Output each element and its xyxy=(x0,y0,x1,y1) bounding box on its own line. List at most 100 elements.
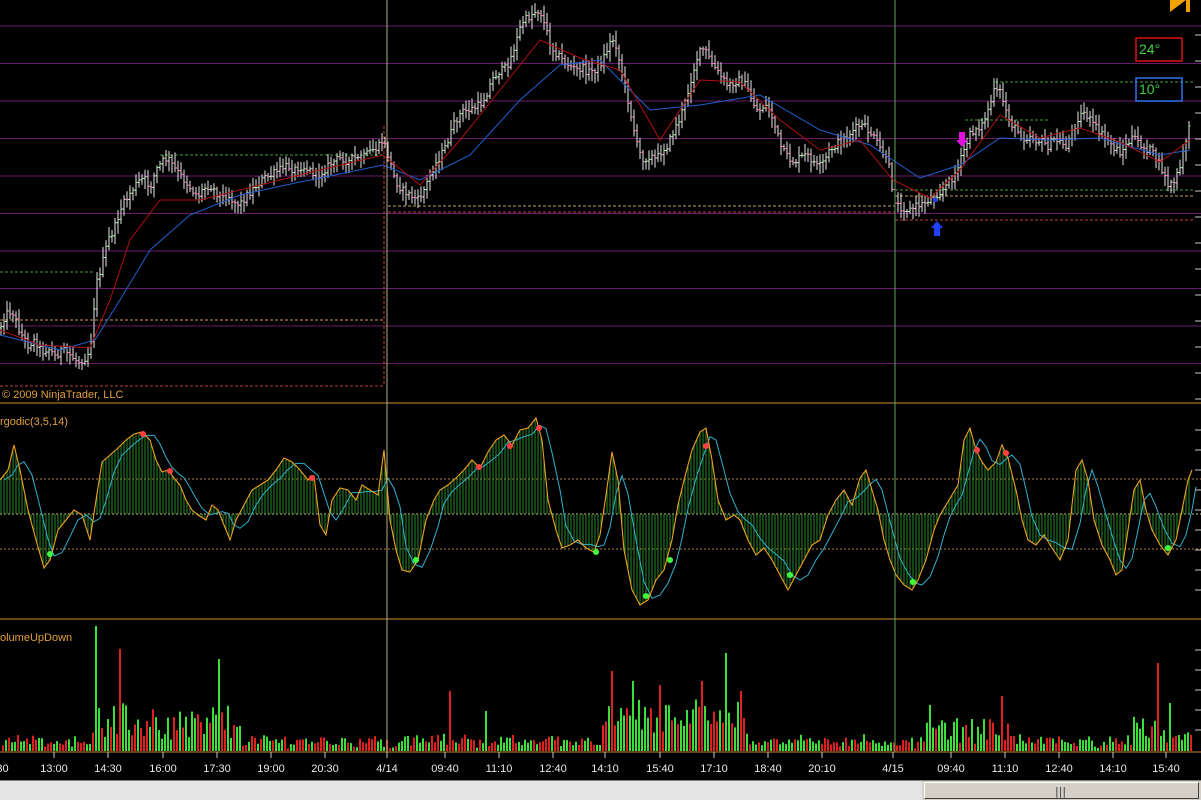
volume-bar xyxy=(233,725,235,751)
volume-bar xyxy=(329,743,331,751)
volume-bar xyxy=(878,742,880,751)
x-tick-label: 4/15 xyxy=(882,763,903,775)
volume-bar xyxy=(752,741,754,751)
x-tick-label: 15:40 xyxy=(646,763,674,775)
x-tick-label: 14:10 xyxy=(1099,763,1127,775)
volume-bar xyxy=(1127,735,1129,751)
volume-bar xyxy=(404,736,406,751)
volume-bar xyxy=(623,715,625,751)
volume-bar xyxy=(506,737,508,751)
volume-bar xyxy=(926,722,928,751)
volume-bar xyxy=(518,741,520,751)
volume-bar xyxy=(731,723,733,751)
volume-bar xyxy=(551,735,553,751)
volume-bar xyxy=(821,743,823,751)
volume-bar xyxy=(2,745,4,751)
volume-bar xyxy=(1115,738,1117,751)
x-tick-label: 11:10 xyxy=(992,763,1019,775)
volume-bar xyxy=(851,739,853,751)
volume-bar xyxy=(449,691,451,751)
ergodic-sell-dot xyxy=(140,431,146,437)
volume-bar xyxy=(500,736,502,751)
volume-bar xyxy=(173,717,175,751)
volume-bar xyxy=(347,742,349,751)
volume-bar xyxy=(488,745,490,751)
volume-bar xyxy=(716,721,718,751)
x-tick-label: 11:10 xyxy=(486,763,513,775)
volume-bar xyxy=(884,741,886,751)
volume-bar xyxy=(314,743,316,751)
horizontal-scrollbar[interactable]: ||| xyxy=(0,780,1201,800)
volume-bar xyxy=(695,699,697,751)
volume-bar xyxy=(1040,736,1042,751)
volume-bar xyxy=(1163,730,1165,751)
volume-bar xyxy=(332,745,334,751)
scroll-thumb[interactable]: ||| xyxy=(924,782,1199,799)
volume-bar xyxy=(1028,737,1030,751)
volume-bar xyxy=(527,742,529,751)
volume-bar xyxy=(734,727,736,751)
volume-bar xyxy=(44,746,46,751)
volume-bar xyxy=(785,744,787,751)
volume-bar xyxy=(548,736,550,751)
volume-bar xyxy=(680,720,682,751)
volume-bar xyxy=(1133,716,1135,751)
volume-bar xyxy=(218,659,220,751)
volume-bar xyxy=(302,739,304,751)
volume-bar xyxy=(398,742,400,751)
volume-bar xyxy=(887,744,889,751)
volume-bar xyxy=(875,743,877,751)
volume-bar xyxy=(1160,735,1162,751)
volume-bar xyxy=(719,710,721,751)
volume-bar xyxy=(290,744,292,751)
volume-bar xyxy=(338,744,340,751)
ergodic-sell-dot xyxy=(1003,450,1009,456)
volume-bar xyxy=(827,739,829,751)
volume-bar xyxy=(971,719,973,751)
volume-bar xyxy=(206,717,208,751)
volume-bar xyxy=(911,737,913,751)
volume-bar xyxy=(491,742,493,751)
volume-bar xyxy=(1145,735,1147,751)
volume-bar xyxy=(989,719,991,751)
volume-bar xyxy=(761,745,763,751)
volume-bar xyxy=(899,745,901,751)
volume-bar xyxy=(626,708,628,751)
volume-bar xyxy=(1106,744,1108,751)
volume-bar xyxy=(482,743,484,751)
volume-title: olumeUpDown xyxy=(0,632,72,644)
volume-bar xyxy=(104,736,106,751)
volume-bar xyxy=(1172,737,1174,751)
volume-bar xyxy=(470,739,472,751)
volume-bar xyxy=(116,733,118,751)
scroll-track[interactable] xyxy=(0,781,922,800)
volume-bar xyxy=(800,734,802,751)
x-tick-label: 20:10 xyxy=(808,763,836,775)
volume-bar xyxy=(38,737,40,751)
volume-bar xyxy=(1004,739,1006,751)
volume-bar xyxy=(335,743,337,751)
volume-bar xyxy=(362,742,364,751)
volume-bar xyxy=(614,725,616,751)
volume-bar xyxy=(581,738,583,751)
volume-bar xyxy=(113,706,115,751)
ergodic-buy-dot xyxy=(1165,545,1171,551)
volume-bar xyxy=(890,742,892,751)
volume-bar xyxy=(1184,734,1186,751)
volume-bar xyxy=(656,717,658,751)
x-tick-label: 09:40 xyxy=(431,763,459,775)
volume-bar xyxy=(1187,732,1189,751)
volume-bar xyxy=(95,626,97,751)
volume-bar xyxy=(446,744,448,751)
volume-bar xyxy=(554,739,556,751)
volume-bar xyxy=(968,737,970,751)
volume-bar xyxy=(974,743,976,751)
angle-box-1-text: 24° xyxy=(1139,41,1160,57)
volume-bar xyxy=(704,706,706,751)
volume-bar xyxy=(932,727,934,751)
volume-bar xyxy=(920,737,922,751)
volume-bar xyxy=(1022,740,1024,751)
volume-bar xyxy=(512,734,514,751)
volume-bar xyxy=(443,733,445,751)
volume-bar xyxy=(1034,743,1036,751)
